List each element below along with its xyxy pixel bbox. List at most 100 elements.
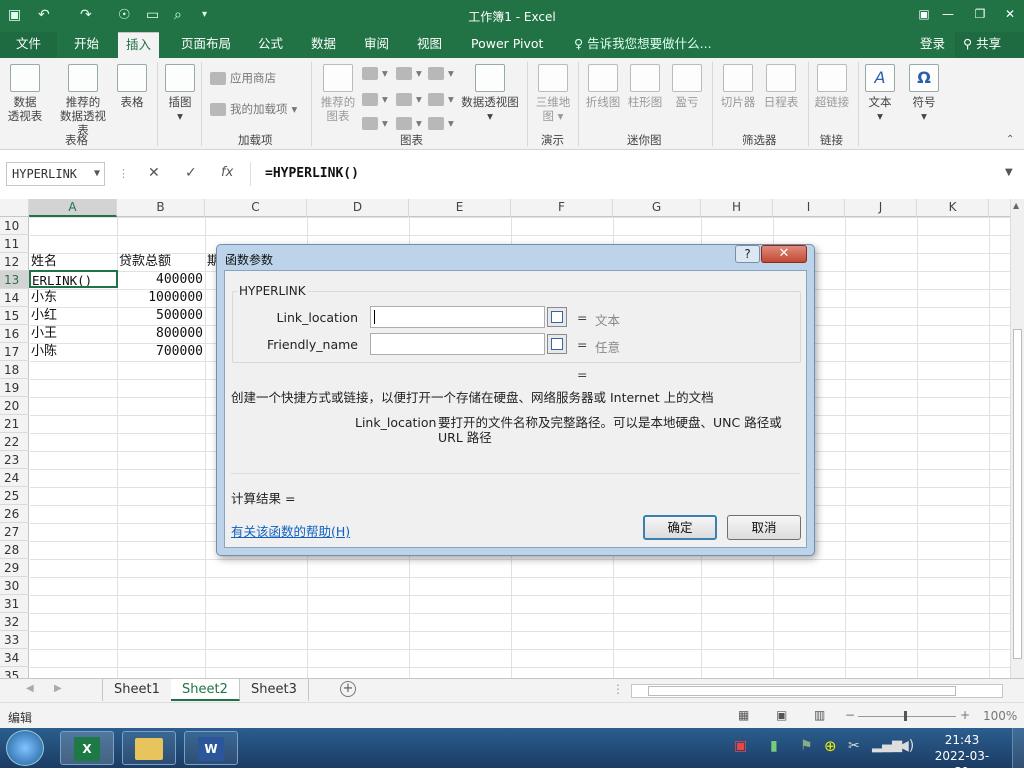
cell-a13[interactable]: ERLINK() <box>29 270 118 288</box>
sparkline-column-button[interactable]: 柱形图 <box>626 64 664 109</box>
tab-data[interactable]: 数据 <box>303 32 344 58</box>
row-header-21[interactable]: 21 <box>0 415 29 433</box>
vertical-scrollbar[interactable]: ▲ <box>1010 199 1024 679</box>
cancel-entry-icon[interactable]: ✕ <box>148 165 160 181</box>
cell-a15[interactable]: 小红 <box>31 307 117 325</box>
function-help-link[interactable]: 有关该函数的帮助(H) <box>231 521 350 540</box>
row-header-18[interactable]: 18 <box>0 361 29 379</box>
pivot-table-button[interactable]: 数据 透视表 <box>6 64 44 123</box>
cell-a12[interactable]: 姓名 <box>31 253 117 271</box>
column-header-g[interactable]: G <box>613 199 701 217</box>
row-header-27[interactable]: 27 <box>0 523 29 541</box>
usb-icon[interactable]: ⚑ <box>800 738 813 754</box>
scatter-chart-button[interactable]: ▾ <box>428 116 454 130</box>
collapse-dialog-button[interactable] <box>547 334 567 354</box>
expand-formula-icon[interactable]: ▼ <box>1005 167 1013 178</box>
battery-icon[interactable]: ▮ <box>770 738 778 754</box>
zoom-level[interactable]: 100% <box>983 709 1017 723</box>
row-header-19[interactable]: 19 <box>0 379 29 397</box>
tab-power-pivot[interactable]: Power Pivot <box>463 32 551 58</box>
ribbon-display-icon[interactable]: ▣ <box>914 5 934 23</box>
tab-review[interactable]: 审阅 <box>356 32 397 58</box>
collapse-ribbon-icon[interactable]: ⌃ <box>1006 134 1014 145</box>
dialog-close-button[interactable]: ✕ <box>761 245 807 263</box>
table-button[interactable]: 表格 <box>116 64 148 109</box>
column-header-e[interactable]: E <box>409 199 511 217</box>
sparkline-line-button[interactable]: 折线图 <box>584 64 622 109</box>
tab-home[interactable]: 开始 <box>66 32 107 58</box>
cell-b12[interactable]: 贷款总额 <box>119 253 205 271</box>
sheet-tab-sheet2[interactable]: Sheet2 <box>171 679 240 701</box>
stat-chart-button[interactable]: ▾ <box>396 92 422 106</box>
h-scroll-thumb[interactable] <box>648 686 956 696</box>
sheet-tab-sheet3[interactable]: Sheet3 <box>240 679 309 701</box>
line-chart-button[interactable]: ▾ <box>362 92 388 106</box>
zoom-in-icon[interactable]: + <box>960 708 970 722</box>
row-header-32[interactable]: 32 <box>0 613 29 631</box>
select-all-corner[interactable] <box>0 199 29 217</box>
zoom-slider-thumb[interactable] <box>904 711 907 721</box>
row-header-20[interactable]: 20 <box>0 397 29 415</box>
minimize-icon[interactable]: — <box>938 5 958 23</box>
add-sheet-icon[interactable]: + <box>340 681 356 697</box>
prev-sheet-icon[interactable]: ◀ <box>26 683 34 694</box>
column-chart-button[interactable]: ▾ <box>362 66 388 80</box>
page-layout-view-icon[interactable]: ▣ <box>776 708 787 722</box>
ok-button[interactable]: 确定 <box>643 515 717 540</box>
taskbar-word[interactable]: W <box>184 731 238 765</box>
scroll-thumb[interactable] <box>1013 329 1022 659</box>
cell-b13[interactable]: 400000 <box>119 271 203 289</box>
row-header-14[interactable]: 14 <box>0 289 29 307</box>
recommended-charts-button[interactable]: 推荐的 图表 <box>318 64 358 123</box>
store-button[interactable]: 应用商店 <box>210 70 276 86</box>
link-location-input[interactable] <box>370 306 545 328</box>
sparkline-winloss-button[interactable]: 盈亏 <box>670 64 704 109</box>
row-header-33[interactable]: 33 <box>0 631 29 649</box>
column-header-c[interactable]: C <box>205 199 307 217</box>
my-addins-button[interactable]: 我的加载项 ▾ <box>210 101 297 117</box>
text-button[interactable]: A 文本 ▾ <box>864 64 896 123</box>
3d-map-button[interactable]: 三维地图 ▾ <box>534 64 572 123</box>
next-sheet-icon[interactable]: ▶ <box>54 683 62 694</box>
tab-view[interactable]: 视图 <box>409 32 450 58</box>
row-header-15[interactable]: 15 <box>0 307 29 325</box>
security-icon[interactable]: ⊕ <box>824 737 837 755</box>
row-header-12[interactable]: 12 <box>0 253 29 271</box>
row-header-25[interactable]: 25 <box>0 487 29 505</box>
tab-page-layout[interactable]: 页面布局 <box>173 32 239 58</box>
volume-icon[interactable]: ◀) <box>898 738 914 754</box>
taskbar-excel[interactable]: X <box>60 731 114 765</box>
slicer-button[interactable]: 切片器 <box>718 64 758 109</box>
row-header-28[interactable]: 28 <box>0 541 29 559</box>
row-header-16[interactable]: 16 <box>0 325 29 343</box>
collapse-dialog-button[interactable] <box>547 307 567 327</box>
cell-a17[interactable]: 小陈 <box>31 343 117 361</box>
row-header-13[interactable]: 13 <box>0 271 29 289</box>
tab-insert[interactable]: 插入 <box>118 32 160 58</box>
zoom-out-icon[interactable]: − <box>845 708 855 722</box>
tab-formulas[interactable]: 公式 <box>250 32 291 58</box>
row-header-22[interactable]: 22 <box>0 433 29 451</box>
enter-check-icon[interactable]: ✓ <box>185 165 197 181</box>
column-header-k[interactable]: K <box>917 199 989 217</box>
page-break-view-icon[interactable]: ▥ <box>814 708 825 722</box>
column-header-j[interactable]: J <box>845 199 917 217</box>
column-header-a[interactable]: A <box>29 199 117 217</box>
area-chart-button[interactable]: ▾ <box>396 116 422 130</box>
tools-icon[interactable]: ✂ <box>848 738 860 754</box>
row-header-24[interactable]: 24 <box>0 469 29 487</box>
close-icon[interactable]: ✕ <box>1000 5 1020 23</box>
cell-a14[interactable]: 小东 <box>31 289 117 307</box>
tab-file[interactable]: 文件 <box>0 32 57 58</box>
row-header-29[interactable]: 29 <box>0 559 29 577</box>
row-header-30[interactable]: 30 <box>0 577 29 595</box>
cell-b14[interactable]: 1000000 <box>119 289 203 307</box>
name-box[interactable]: HYPERLINK ▼ <box>6 162 105 186</box>
insert-function-icon[interactable]: fx <box>221 165 233 180</box>
row-header-10[interactable]: 10 <box>0 217 29 235</box>
column-header-i[interactable]: I <box>773 199 845 217</box>
column-header-h[interactable]: H <box>701 199 773 217</box>
normal-view-icon[interactable]: ▦ <box>738 708 749 722</box>
pivot-chart-button[interactable]: 数据透视图 ▾ <box>458 64 522 123</box>
tell-me-box[interactable]: ♀ 告诉我您想要做什么... <box>566 32 720 58</box>
